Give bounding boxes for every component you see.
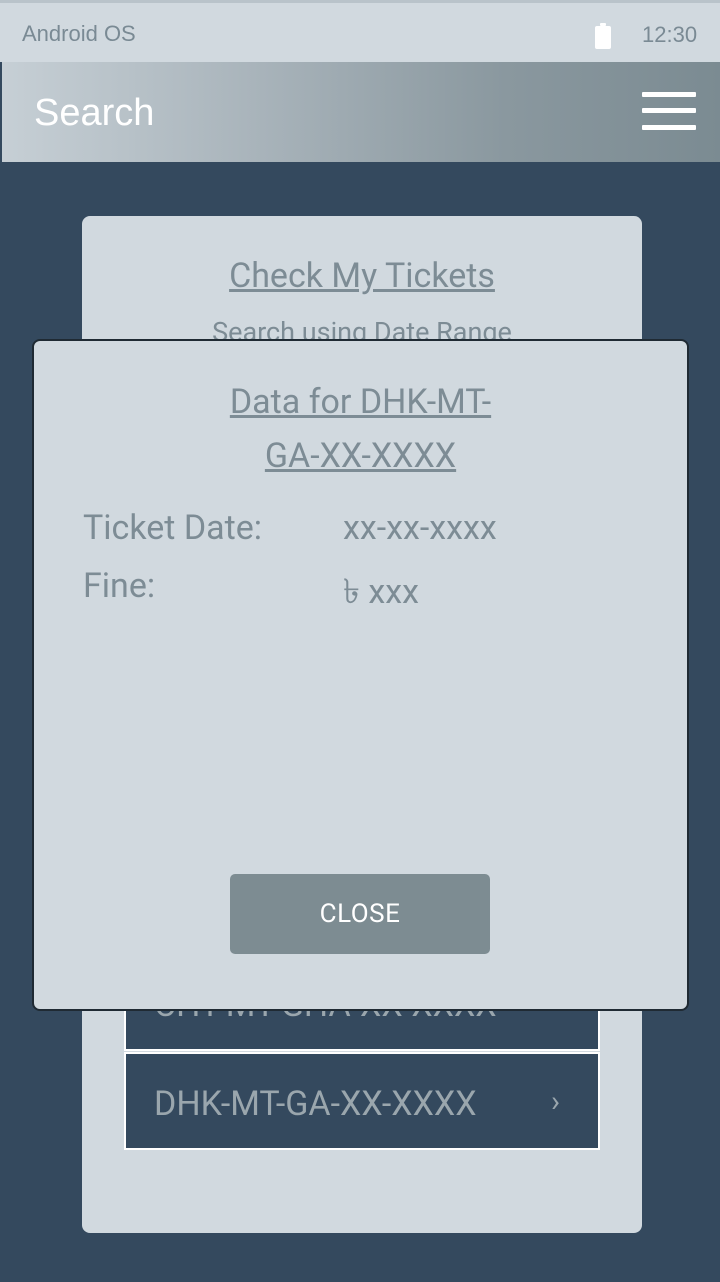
dialog-title-line1: Data for DHK-MT- — [229, 382, 492, 422]
fine-value: ৳ xxx — [343, 572, 419, 612]
status-time: 12:30 — [642, 22, 698, 47]
close-button[interactable]: CLOSE — [230, 874, 490, 954]
ticket-date-value: xx-xx-xxxx — [343, 508, 497, 548]
dialog-title-line2: GA-XX-XXXX — [264, 436, 457, 476]
page-title: Search — [34, 92, 155, 134]
os-label: Android OS — [22, 21, 136, 46]
ticket-date-label: Ticket Date: — [83, 508, 263, 548]
battery-icon — [595, 23, 611, 49]
app-bar: Search — [2, 62, 720, 162]
dialog-title: Data for DHK-MT- GA-XX-XXXX — [34, 375, 687, 483]
status-bar: Android OS 12:30 — [0, 0, 720, 62]
ticket-result-label: DHK-MT-GA-XX-XXXX — [154, 1084, 477, 1124]
chevron-right-icon: › — [550, 1084, 560, 1119]
fine-label: Fine: — [83, 566, 156, 606]
ticket-detail-dialog: Data for DHK-MT- GA-XX-XXXX Ticket Date:… — [32, 339, 689, 1011]
card-title: Check My Tickets — [229, 256, 495, 296]
hamburger-menu-icon[interactable] — [642, 92, 696, 130]
ticket-result-row[interactable]: DHK-MT-GA-XX-XXXX › — [124, 1052, 600, 1150]
